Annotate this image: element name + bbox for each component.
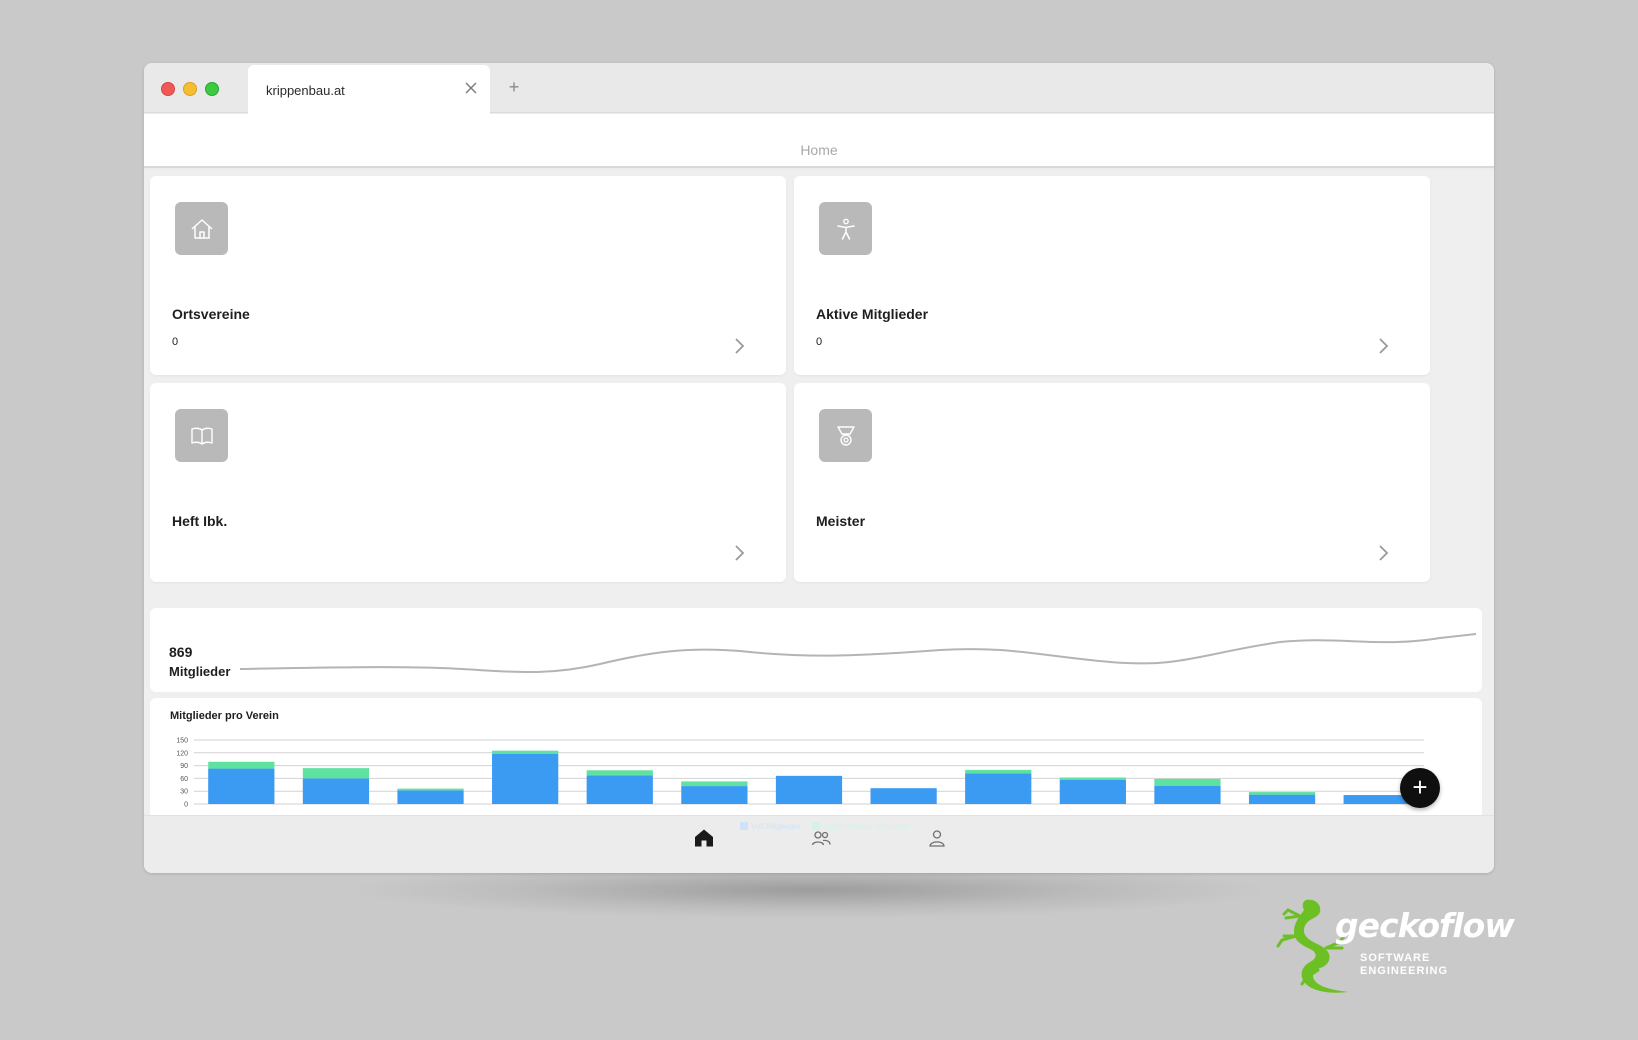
medal-icon xyxy=(819,409,872,462)
members-sparkline xyxy=(240,633,1476,674)
sparkline-path xyxy=(240,633,1476,674)
logo-name: geckoflow xyxy=(1335,906,1515,945)
bar-voll-mitglieder[interactable] xyxy=(1343,795,1410,804)
card-meister[interactable]: Meister xyxy=(794,383,1430,582)
bar-jugend-mitglieder[interactable] xyxy=(1059,777,1126,780)
card-title: Aktive Mitglieder xyxy=(816,306,929,322)
card-ortsvereine[interactable]: Ortsvereine 0 xyxy=(150,176,786,375)
bar-voll-mitglieder[interactable] xyxy=(870,788,937,804)
bar-jugend-mitglieder[interactable] xyxy=(965,769,1032,774)
bar-voll-mitglieder[interactable] xyxy=(492,753,559,804)
bottom-navigation: Voll Mitglieder Jugend/Junior Mitglieder xyxy=(144,815,1494,873)
legend-swatch xyxy=(740,822,748,830)
card-title: Heft Ibk. xyxy=(172,513,228,529)
add-button[interactable]: + xyxy=(1400,768,1440,808)
card-heft-ibk[interactable]: Heft Ibk. xyxy=(150,383,786,582)
members-summary-card: 869 Mitglieder xyxy=(150,608,1482,692)
bar-jugend-mitglieder[interactable] xyxy=(397,788,464,791)
y-tick-label: 0 xyxy=(184,802,188,809)
accessibility-person-icon xyxy=(819,202,872,255)
y-tick-label: 60 xyxy=(180,776,188,783)
browser-titlebar: krippenbau.at + xyxy=(144,63,1494,114)
close-window-button[interactable] xyxy=(161,82,175,96)
y-tick-label: 30 xyxy=(180,789,188,796)
members-count: 869 xyxy=(169,644,193,660)
page-title: Home xyxy=(800,142,838,158)
card-title: Ortsvereine xyxy=(172,306,250,322)
bar-voll-mitglieder[interactable] xyxy=(965,773,1032,804)
chevron-right-icon[interactable] xyxy=(734,336,746,356)
tab-title: krippenbau.at xyxy=(266,83,345,98)
card-count: 0 xyxy=(172,336,179,348)
user-icon[interactable] xyxy=(925,826,949,850)
geckoflow-logo: geckoflow SOFTWARE ENGINEERING xyxy=(1270,896,1532,1002)
bar-jugend-mitglieder[interactable] xyxy=(492,750,559,754)
logo-subtitle-1: SOFTWARE xyxy=(1360,952,1431,964)
bar-voll-mitglieder[interactable] xyxy=(302,778,370,804)
house-icon xyxy=(175,202,228,255)
main-content: Ortsvereine 0 Aktive Mitglieder 0 Heft I… xyxy=(144,170,1494,815)
y-tick-label: 90 xyxy=(180,763,188,770)
browser-tab[interactable]: krippenbau.at xyxy=(248,65,490,114)
bar-jugend-mitglieder[interactable] xyxy=(1248,792,1316,795)
bar-voll-mitglieder[interactable] xyxy=(397,790,464,804)
y-tick-label: 150 xyxy=(176,738,188,745)
minimize-window-button[interactable] xyxy=(183,82,197,96)
browser-window: krippenbau.at + Home Ortsvereine 0 Aktiv… xyxy=(144,63,1494,873)
book-icon xyxy=(175,409,228,462)
app-header: Home xyxy=(144,114,1494,168)
bar-voll-mitglieder[interactable] xyxy=(208,768,275,804)
new-tab-button[interactable]: + xyxy=(504,77,524,97)
bar-jugend-mitglieder[interactable] xyxy=(681,781,748,787)
bar-jugend-mitglieder[interactable] xyxy=(302,768,370,779)
members-per-club-chart: Mitglieder pro Verein 0 30 60 90 120 150 xyxy=(150,698,1482,815)
bar-voll-mitglieder[interactable] xyxy=(1059,779,1126,804)
bar-voll-mitglieder[interactable] xyxy=(775,775,843,804)
card-title: Meister xyxy=(816,513,866,529)
bar-chart: 0 30 60 90 120 150 xyxy=(176,738,1424,809)
bar-voll-mitglieder[interactable] xyxy=(1154,785,1221,804)
card-count: 0 xyxy=(816,336,823,348)
chevron-right-icon[interactable] xyxy=(734,543,746,563)
bar-voll-mitglieder[interactable] xyxy=(681,786,748,804)
y-tick-label: 120 xyxy=(176,750,188,757)
group-icon[interactable] xyxy=(809,826,833,850)
bar-voll-mitglieder[interactable] xyxy=(1248,794,1316,804)
bar-jugend-mitglieder[interactable] xyxy=(1154,778,1221,786)
card-aktive-mitglieder[interactable]: Aktive Mitglieder 0 xyxy=(794,176,1430,375)
chevron-right-icon[interactable] xyxy=(1378,336,1390,356)
legend-label: Voll Mitglieder xyxy=(751,822,801,831)
bar-jugend-mitglieder[interactable] xyxy=(586,770,653,776)
home-icon[interactable] xyxy=(692,826,716,850)
legend-label: Jugend/Junior Mitglieder xyxy=(823,822,911,831)
bar-voll-mitglieder[interactable] xyxy=(586,775,653,804)
members-label: Mitglieder xyxy=(169,664,231,679)
maximize-window-button[interactable] xyxy=(205,82,219,96)
bar-jugend-mitglieder[interactable] xyxy=(208,761,275,769)
close-tab-icon[interactable] xyxy=(464,81,478,95)
chevron-right-icon[interactable] xyxy=(1378,543,1390,563)
legend-item-voll: Voll Mitglieder xyxy=(740,822,801,831)
logo-subtitle-2: ENGINEERING xyxy=(1360,965,1449,977)
